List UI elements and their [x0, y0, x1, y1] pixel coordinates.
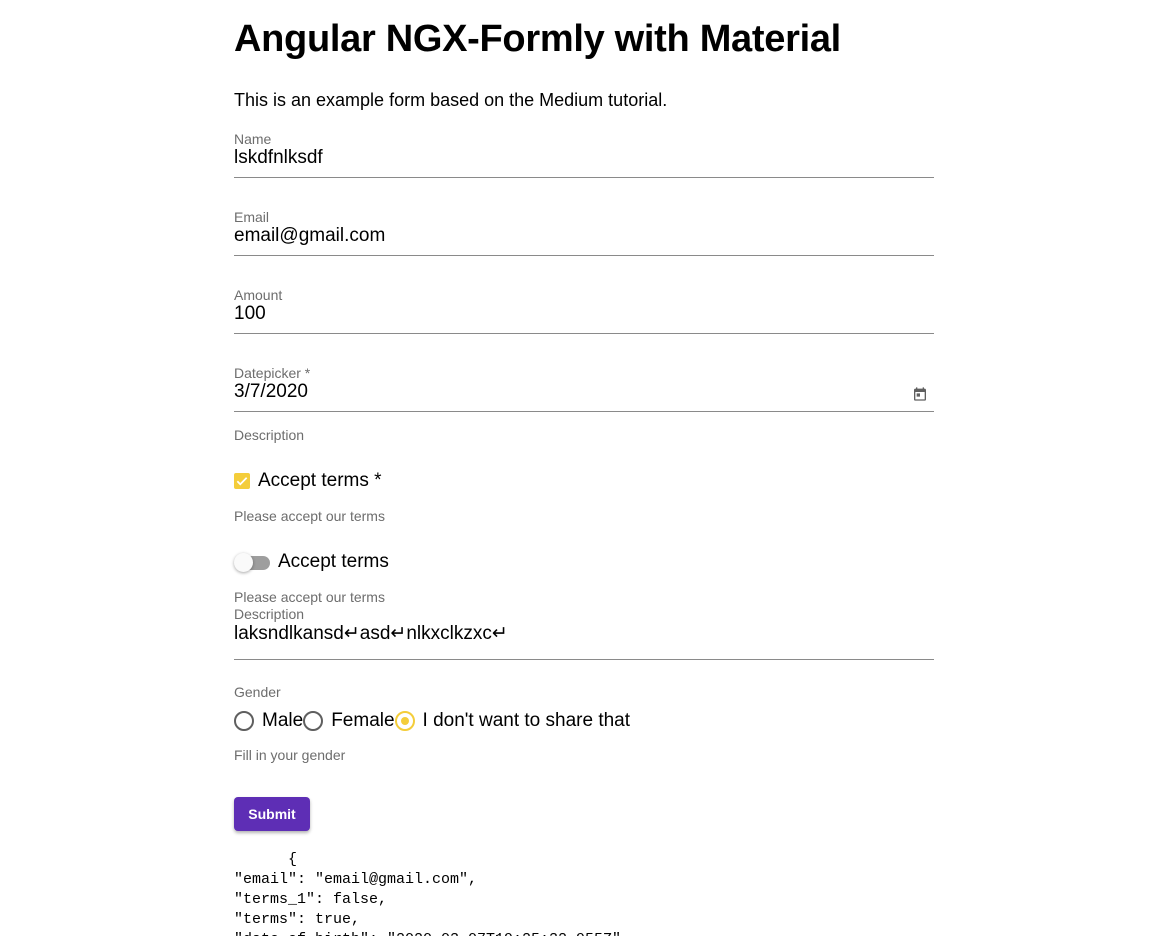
email-underline — [234, 255, 934, 256]
toggle-thumb — [234, 553, 253, 572]
description-label: Description — [234, 606, 305, 622]
amount-label: Amount — [234, 287, 283, 303]
accept-terms-checkbox-label: Accept terms * — [258, 470, 382, 491]
description-field[interactable]: Description laksndlkansd↵asd↵nlkxclkzxc↵ — [234, 606, 934, 662]
amount-field[interactable]: Amount 100 — [234, 287, 934, 343]
model-json-output: { "email": "email@gmail.com", "terms_1":… — [234, 851, 630, 936]
submit-button[interactable]: Submit — [234, 797, 310, 831]
accept-terms-checkbox-hint: Please accept our terms — [234, 508, 385, 524]
accept-terms-toggle-hint: Please accept our terms — [234, 589, 385, 605]
radio-icon[interactable] — [303, 711, 324, 731]
calendar-icon[interactable] — [912, 386, 928, 402]
gender-option-label: I don't want to share that — [422, 710, 631, 731]
datepicker-underline — [234, 411, 934, 412]
name-field[interactable]: Name lskdfnlksdf — [234, 131, 934, 187]
datepicker-hint: Description — [234, 427, 305, 443]
radio-icon[interactable] — [234, 711, 254, 731]
email-field[interactable]: Email email@gmail.com — [234, 209, 934, 265]
email-label: Email — [234, 209, 270, 225]
name-input[interactable]: lskdfnlksdf — [234, 147, 323, 169]
gender-option-male[interactable]: Male — [234, 710, 303, 732]
page: Angular NGX-Formly with Material This is… — [0, 0, 1172, 936]
description-textarea[interactable]: laksndlkansd↵asd↵nlkxclkzxc↵ — [234, 622, 508, 645]
amount-input[interactable]: 100 — [234, 303, 266, 325]
page-title: Angular NGX-Formly with Material — [234, 18, 841, 60]
gender-option-label: Female — [331, 710, 395, 731]
radio-selected-icon[interactable] — [394, 711, 415, 731]
name-label: Name — [234, 131, 272, 147]
datepicker-field[interactable]: Datepicker * 3/7/2020 — [234, 365, 934, 421]
toggle-switch[interactable] — [234, 552, 270, 572]
gender-option-no-share[interactable]: I don't want to share that — [394, 710, 631, 732]
gender-radio-group: Male Female I don't want to share that — [234, 709, 630, 733]
gender-option-female[interactable]: Female — [303, 710, 395, 732]
email-input[interactable]: email@gmail.com — [234, 225, 385, 247]
datepicker-label: Datepicker * — [234, 365, 311, 381]
accept-terms-checkbox[interactable]: Accept terms * — [234, 469, 382, 493]
accept-terms-toggle[interactable]: Accept terms — [234, 550, 389, 574]
datepicker-input[interactable]: 3/7/2020 — [234, 381, 308, 403]
gender-hint: Fill in your gender — [234, 747, 346, 763]
gender-label: Gender — [234, 684, 281, 700]
name-underline — [234, 177, 934, 178]
amount-underline — [234, 333, 934, 334]
description-underline — [234, 659, 934, 660]
checkbox-checked-icon[interactable] — [234, 473, 250, 489]
accept-terms-toggle-label: Accept terms — [278, 551, 389, 572]
intro-text: This is an example form based on the Med… — [234, 90, 668, 110]
gender-option-label: Male — [262, 710, 304, 731]
